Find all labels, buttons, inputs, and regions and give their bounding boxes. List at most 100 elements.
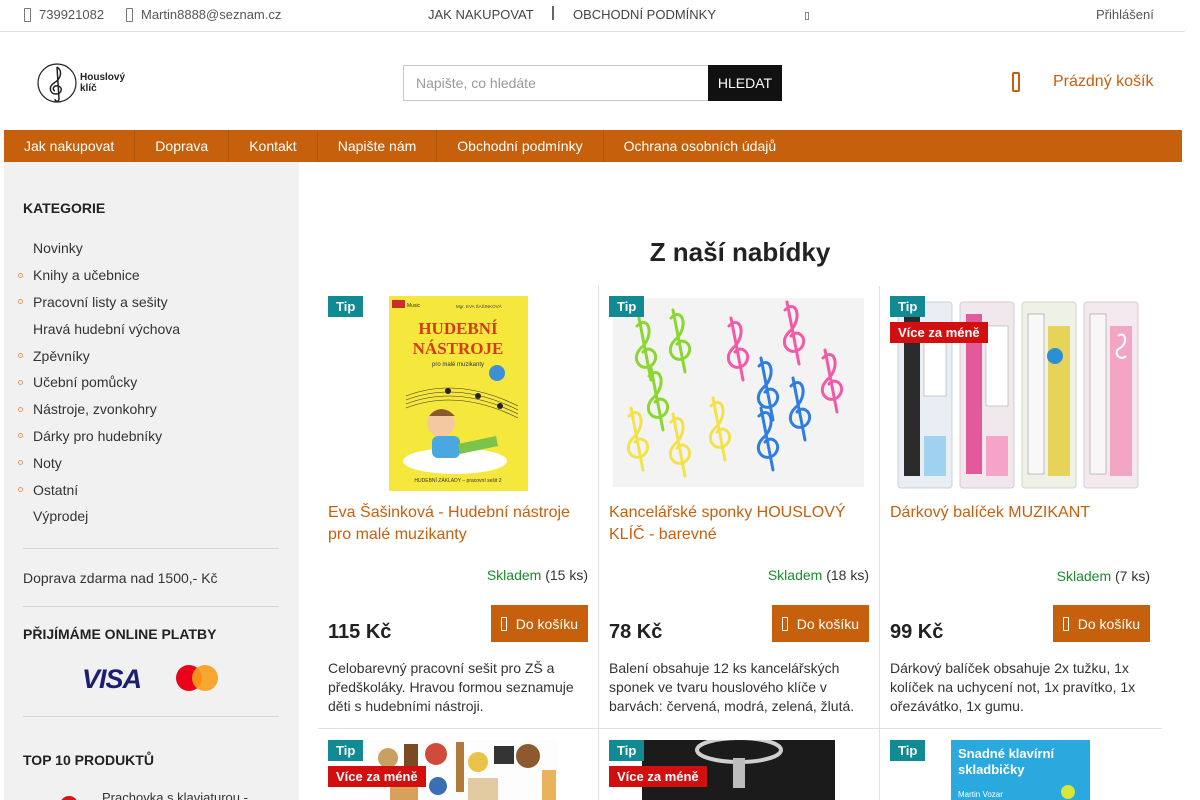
email-address: Martin8888@seznam.cz (141, 7, 282, 22)
product-card: Tip Více za méně (318, 729, 598, 800)
book-author: Mgr. EVA ŠAŠINKOVÁ (456, 303, 502, 309)
bag-icon (1062, 616, 1069, 631)
book-title-line-2: skladbičky (958, 762, 1025, 777)
search-button[interactable]: HLEDAT (708, 65, 782, 101)
tip-badge: Tip (328, 740, 364, 761)
category-item[interactable]: Dárky pro hudebníky (18, 423, 180, 450)
book-cover-image: Music Mgr. EVA ŠAŠINKOVÁ HUDEBNÍ NÁSTROJ… (389, 296, 528, 491)
top10-item[interactable]: Prachovka s klaviaturou - (54, 790, 248, 800)
add-to-cart-label: Do košíku (1077, 615, 1140, 632)
nav-item-privacy[interactable]: Ochrana osobních údajů (604, 130, 797, 162)
add-to-cart-button[interactable]: Do košíku (1052, 605, 1150, 642)
category-item[interactable]: Knihy a učebnice (18, 262, 180, 289)
site-logo[interactable]: Houslový klíč (36, 61, 125, 105)
category-item[interactable]: Pracovní listy a sešity (18, 289, 180, 316)
category-label: Dárky pro hudebníky (33, 427, 163, 444)
tip-badge: Tip (328, 296, 364, 317)
category-label: Učební pomůcky (33, 374, 138, 391)
main-nav: Jak nakupovat Doprava Kontakt Napište ná… (4, 130, 1182, 162)
product-description: Celobarevný pracovní sešit pro ZŠ a před… (328, 660, 574, 714)
category-item[interactable]: Výprodej (18, 503, 180, 530)
add-to-cart-label: Do košíku (796, 615, 859, 632)
category-label: Hravá hudební výchova (33, 320, 181, 337)
phone-icon (24, 7, 31, 22)
product-card: Snadné klavírní skladbičky Martin Vozar … (880, 729, 1160, 800)
nav-item-how-to-buy[interactable]: Jak nakupovat (4, 130, 136, 162)
logo-text: Houslový klíč (80, 72, 125, 94)
book-title-line-2: NÁSTROJE (413, 339, 504, 358)
stock-label: Skladem (767, 567, 823, 583)
topbar-link-how-to-buy[interactable]: JAK NAKUPOVAT (428, 7, 534, 22)
tip-badge: Tip (609, 740, 645, 761)
nav-item-contact[interactable]: Kontakt (229, 130, 318, 162)
book-footer: HUDEBNÍ ZÁKLADY – pracovní sešit 2 (414, 477, 501, 484)
bullet-icon (18, 487, 23, 493)
top10-thumbnail (54, 792, 84, 800)
category-item[interactable]: Noty (18, 449, 180, 476)
book-subtitle: pro malé muzikanty (432, 362, 484, 368)
nav-item-shipping[interactable]: Doprava (135, 130, 230, 162)
add-to-cart-label: Do košíku (515, 615, 578, 632)
language-icon[interactable] (805, 12, 809, 20)
stock-count: (18 ks) (826, 567, 869, 583)
product-card: Tip Více za méně Dárkový balíček MUZIKAN… (880, 286, 1160, 728)
product-image[interactable] (609, 296, 869, 491)
sidebar-divider (23, 716, 279, 717)
sale-badge: Více za méně (890, 322, 988, 343)
add-to-cart-button[interactable]: Do košíku (771, 605, 869, 642)
cart-link[interactable]: Prázdný košík (1012, 72, 1153, 92)
book-brand: Music (407, 303, 421, 309)
logo-line-2: klíč (80, 83, 97, 94)
sidebar-divider (23, 548, 279, 549)
category-label: Nástroje, zvonkohry (33, 401, 157, 418)
category-item[interactable]: Učební pomůcky (18, 369, 180, 396)
category-item[interactable]: Nástroje, zvonkohry (18, 396, 180, 423)
category-label: Ostatní (33, 481, 79, 498)
nav-item-write-us[interactable]: Napište nám (318, 130, 438, 162)
page-title: Z naší nabídky (649, 237, 831, 267)
login-link[interactable]: Přihlášení (1096, 7, 1154, 22)
product-name[interactable]: Kancelářské sponky HOUSLOVÝ KLÍČ - barev… (609, 502, 871, 546)
sale-badge: Více za méně (328, 766, 426, 787)
piano-book-cover-image: Snadné klavírní skladbičky Martin Vozar (951, 740, 1090, 800)
bullet-icon (18, 379, 23, 385)
product-price: 115 Kč (328, 621, 392, 643)
nav-item-terms[interactable]: Obchodní podmínky (437, 130, 604, 162)
top10-item-label: Prachovka s klaviaturou - (102, 790, 248, 800)
sale-badge: Více za méně (609, 766, 707, 787)
topbar-separator (552, 6, 554, 20)
category-item[interactable]: Novinky (18, 235, 180, 262)
product-card: Tip Kancelářské sponky HOUSLOVÝ KLÍČ - b… (599, 286, 879, 728)
product-name[interactable]: Eva Šašinková - Hudební nástroje pro mal… (328, 502, 590, 546)
stock-label: Skladem (486, 567, 542, 583)
top10-heading: TOP 10 PRODUKTŮ (23, 752, 154, 768)
category-item[interactable]: Ostatní (18, 476, 180, 503)
shipping-note: Doprava zdarma nad 1500,- Kč (23, 570, 218, 586)
product-name[interactable]: Dárkový balíček MUZIKANT (890, 502, 1152, 524)
category-item[interactable]: Hravá hudební výchova (18, 315, 180, 342)
product-card: Tip Více za méně (599, 729, 879, 800)
tip-badge: Tip (890, 296, 926, 317)
category-label: Výprodej (33, 508, 89, 525)
product-price: 78 Kč (609, 621, 663, 643)
tip-badge: Tip (890, 740, 926, 761)
category-label: Novinky (33, 240, 83, 257)
categories-heading: KATEGORIE (23, 200, 106, 216)
topbar-link-terms[interactable]: OBCHODNÍ PODMÍNKY (573, 7, 716, 22)
stock-status: Skladem (7 ks) (1057, 568, 1150, 584)
mail-icon (126, 7, 133, 22)
add-to-cart-button[interactable]: Do košíku (490, 605, 588, 642)
category-label: Noty (33, 454, 62, 471)
bullet-icon (18, 272, 23, 278)
product-image[interactable]: Snadné klavírní skladbičky Martin Vozar (890, 740, 1150, 800)
email-contact[interactable]: Martin8888@seznam.cz (126, 7, 281, 22)
category-item[interactable]: Zpěvníky (18, 342, 180, 369)
bullet-icon (18, 460, 23, 466)
stock-count: (7 ks) (1115, 568, 1150, 584)
search-input[interactable] (403, 65, 708, 101)
bullet-icon (18, 406, 23, 412)
bullet-icon (18, 299, 23, 305)
phone-contact[interactable]: 739921082 (24, 7, 104, 22)
product-image[interactable]: Music Mgr. EVA ŠAŠINKOVÁ HUDEBNÍ NÁSTROJ… (328, 296, 588, 491)
cart-icon (1012, 72, 1020, 92)
